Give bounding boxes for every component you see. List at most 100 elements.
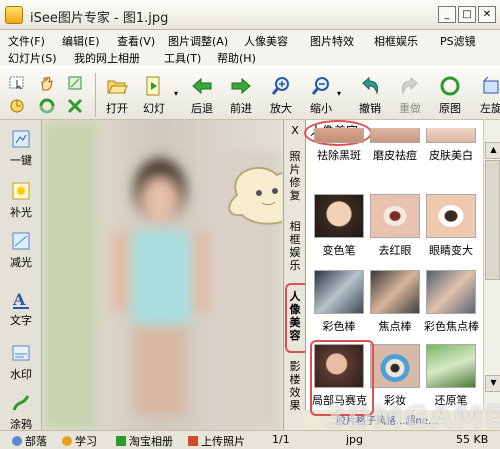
scroll-down-icon[interactable]: ▼ (485, 375, 500, 392)
zoom-out-button[interactable]: 缩小 (304, 75, 338, 119)
original-button[interactable]: 原图 (433, 75, 467, 119)
tab-photo-repair[interactable]: 照片修复 (286, 150, 304, 202)
one-click-button[interactable]: 一键 (3, 128, 39, 168)
reduce-light-button[interactable]: 减光 (3, 230, 39, 270)
hand-icon[interactable] (38, 74, 56, 92)
menu-file[interactable]: 文件(F) (8, 33, 45, 49)
menu-help[interactable]: 帮助(H) (217, 50, 256, 66)
slideshow-dropdown-icon[interactable]: ▾ (174, 89, 178, 98)
effect-color-stick[interactable]: 彩色棒 (312, 270, 366, 334)
effect-color-pen[interactable]: 变色笔 (312, 194, 366, 258)
effect-remove-spots[interactable]: 祛除黑斑 (312, 128, 366, 174)
panel-scrollbar[interactable]: ▲ ▼ (483, 120, 500, 410)
menu-bar: 文件(F) 编辑(E) 查看(V) 图片调整(A) 人像美容 图片特效 相框娱乐… (0, 30, 500, 66)
status-upload-link[interactable]: 上传照片 (188, 433, 245, 449)
scroll-thumb[interactable] (485, 160, 500, 280)
slideshow-button[interactable]: 幻灯 (137, 75, 171, 119)
effect-red-eye[interactable]: 去红眼 (368, 194, 422, 258)
zoom-out-icon (311, 77, 329, 95)
doodle-icon (12, 395, 30, 411)
effect-bigger-eyes[interactable]: 眼睛变大 (424, 194, 478, 258)
effect-thumb (370, 128, 420, 143)
category-tabs: X 照片修复 相框娱乐 人像美容 影楼效果 (283, 120, 309, 430)
effect-thumb (314, 270, 364, 314)
folder-open-icon (107, 80, 128, 94)
site-watermark: 3DMGAME (325, 400, 500, 435)
menu-portrait[interactable]: 人像美容 (244, 33, 288, 49)
redo-button[interactable]: 重做 (393, 75, 427, 119)
maximize-button[interactable]: □ (458, 6, 476, 23)
select-icon[interactable] (8, 74, 26, 92)
forward-button[interactable]: 前进 (224, 75, 258, 119)
menu-online-album[interactable]: 我的网上相册 (74, 50, 140, 66)
zoom-dropdown-icon[interactable]: ▾ (337, 89, 341, 98)
zoom-in-button[interactable]: 放大 (264, 75, 298, 119)
status-learn-link[interactable]: 学习 (62, 433, 97, 449)
menu-slideshow[interactable]: 幻灯片(S) (8, 50, 57, 66)
effect-thumb (426, 270, 476, 314)
menu-tools[interactable]: 工具(T) (164, 50, 201, 66)
tab-portrait-beauty[interactable]: 人像美容 (286, 290, 304, 342)
mascot-watermark-icon (228, 166, 282, 225)
effect-color-focus-stick[interactable]: 彩色焦点棒 (424, 270, 479, 334)
image-canvas[interactable] (42, 120, 282, 430)
text-button[interactable]: A 文字 (3, 288, 39, 328)
darken-icon (12, 232, 30, 250)
tab-frame-fun[interactable]: 相框娱乐 (286, 220, 304, 272)
menu-effects[interactable]: 图片特效 (310, 33, 354, 49)
effect-local-mosaic[interactable]: 局部马赛克 (312, 344, 367, 408)
menu-frames[interactable]: 相框娱乐 (374, 33, 418, 49)
menu-view[interactable]: 查看(V) (117, 33, 155, 49)
scroll-up-icon[interactable]: ▲ (485, 142, 500, 159)
text-icon: A (12, 290, 29, 309)
effect-thumb (370, 270, 420, 314)
effect-thumb (314, 344, 364, 388)
effect-focus-stick[interactable]: 焦点棒 (368, 270, 422, 334)
undo-icon (362, 76, 379, 95)
slideshow-icon (146, 76, 160, 96)
menu-edit[interactable]: 编辑(E) (62, 33, 100, 49)
effect-thumb (370, 344, 420, 388)
panel-close-button[interactable]: X (286, 124, 304, 137)
rotate-left-icon (483, 76, 499, 94)
status-tribe-link[interactable]: 部落 (12, 433, 47, 449)
toolbar-divider (95, 73, 96, 117)
crop-icon[interactable] (66, 74, 84, 92)
effect-skin-whitening[interactable]: 皮肤美白 (424, 128, 478, 174)
effect-restore-pen[interactable]: 还原笔 (424, 344, 478, 408)
delete-icon[interactable] (66, 97, 84, 115)
zoom-in-icon (271, 77, 289, 95)
effect-thumb (370, 194, 420, 238)
open-button[interactable]: 打开 (100, 75, 134, 119)
effect-thumb (426, 128, 476, 143)
tribe-icon (12, 436, 22, 446)
back-button[interactable]: 后退 (185, 75, 219, 119)
add-light-button[interactable]: 补光 (3, 180, 39, 220)
original-icon (440, 76, 460, 96)
effect-thumb (314, 128, 364, 143)
effect-makeup[interactable]: 彩妆 (368, 344, 422, 408)
watermark-icon (12, 345, 30, 361)
minimize-button[interactable]: _ (438, 6, 456, 23)
effect-panel: 人像美容 祛除黑斑 磨皮祛痘 皮肤美白 变色笔 去红眼 眼睛变大 彩色棒 焦点棒… (304, 120, 483, 427)
undo-button[interactable]: 撤销 (353, 75, 387, 119)
menu-adjust[interactable]: 图片调整(A) (168, 33, 228, 49)
tab-studio-effects[interactable]: 影楼效果 (286, 360, 304, 412)
effect-thumb (426, 194, 476, 238)
doodle-button[interactable]: 涂鸦 (3, 392, 39, 432)
arrow-right-icon (231, 77, 251, 95)
rotate-left-button[interactable]: 左旋 (474, 75, 500, 119)
brighten-icon (12, 182, 30, 200)
learn-icon (62, 436, 72, 446)
arrow-left-icon (192, 77, 212, 95)
effect-thumb (314, 194, 364, 238)
effect-thumb (426, 344, 476, 388)
menu-ps-filters[interactable]: PS滤镜 (440, 33, 476, 49)
recycle-icon[interactable] (38, 97, 56, 115)
watermark-button[interactable]: 水印 (3, 342, 39, 382)
status-taobao-album-link[interactable]: 淘宝相册 (116, 433, 173, 449)
redo-icon (401, 76, 418, 95)
rotate-icon[interactable] (8, 97, 26, 115)
close-button[interactable]: ✕ (478, 6, 496, 23)
effect-smooth-skin[interactable]: 磨皮祛痘 (368, 128, 422, 174)
